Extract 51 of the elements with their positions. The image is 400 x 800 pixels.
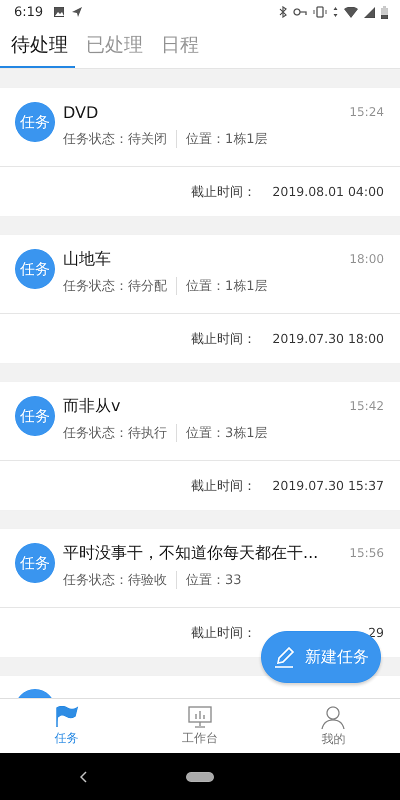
task-card[interactable]: 任务 DVD 15:24 任务状态：待关闭 位置：1栋1层 截止时间： 2019.08.01 04:00 (0, 88, 400, 216)
task-status: 任务状态：待验收 (63, 572, 167, 589)
signal-icon (364, 6, 375, 18)
deadline-label: 截止时间： (191, 184, 256, 200)
task-status: 任务状态：待关闭 (63, 131, 167, 148)
battery-icon (381, 6, 388, 18)
task-badge: 任务 (15, 396, 55, 436)
deadline-value: 2019.07.30 18:00 (271, 331, 384, 346)
task-location: 位置：1栋1层 (186, 278, 268, 295)
deadline-value: 2019.07.30 15:37 (271, 478, 384, 493)
pencil-icon (273, 645, 297, 669)
monitor-icon (188, 706, 212, 728)
nav-tab[interactable]: 任务 (0, 699, 134, 753)
vibrate-icon (313, 6, 327, 18)
bluetooth-icon (279, 6, 287, 18)
task-title: 平时没事干，不知道你每天都在干... (63, 542, 318, 564)
person-icon (321, 704, 346, 728)
task-title: 而非从v (63, 396, 120, 416)
data-arrows-icon (333, 6, 338, 18)
task-time: 15:24 (349, 105, 384, 119)
key-icon (293, 8, 307, 16)
task-card[interactable]: 任务 而非从v 15:42 任务状态：待执行 位置：3栋1层 截止时间： 2019.07.30 15:37 (0, 382, 400, 510)
deadline-label: 截止时间： (191, 330, 256, 348)
task-status: 任务状态：待分配 (63, 278, 167, 295)
back-button[interactable] (80, 770, 87, 782)
wifi-icon (344, 6, 358, 18)
task-card[interactable]: 任务 山地车 18:00 任务状态：待分配 位置：1栋1层 截止时间： 2019.07.30 18:00 (0, 235, 400, 363)
deadline-label: 截止时间： (191, 624, 256, 642)
deadline-value: 2019.08.01 04:00 (271, 184, 384, 199)
task-time: 18:00 (349, 252, 384, 266)
image-icon (53, 6, 66, 18)
task-time: 15:56 (349, 546, 384, 560)
flag-icon (54, 706, 79, 728)
task-status: 任务状态：待执行 (63, 425, 167, 442)
nav-tab[interactable]: 我的 (266, 699, 400, 753)
task-badge: 任务 (15, 249, 55, 289)
deadline-label: 截止时间： (191, 478, 256, 494)
task-title: 山地车 (63, 248, 111, 270)
clock: 6:19 (14, 4, 44, 20)
nav-tab[interactable]: 工作台 (133, 699, 267, 753)
tab[interactable]: 日程 (150, 24, 206, 68)
send-icon (71, 6, 84, 18)
tab[interactable]: 已处理 (75, 24, 150, 68)
task-location: 位置：3栋1层 (186, 425, 268, 442)
task-title: DVD (63, 102, 98, 122)
task-location: 位置：33 (186, 572, 242, 589)
task-badge: 任务 (15, 543, 55, 583)
home-button[interactable] (186, 772, 214, 782)
task-time: 15:42 (349, 399, 384, 413)
task-badge: 任务 (15, 102, 55, 142)
task-location: 位置：1栋1层 (186, 131, 268, 148)
